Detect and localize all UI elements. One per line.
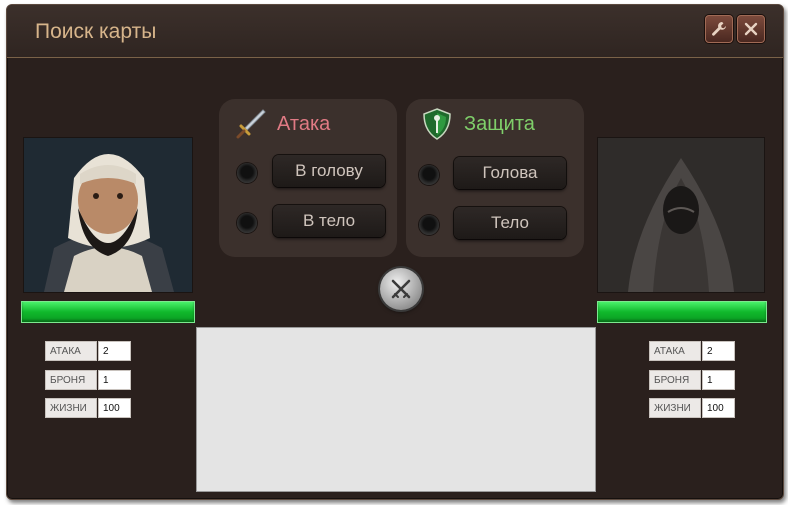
bearded-man-portrait bbox=[24, 138, 192, 292]
fight-button[interactable] bbox=[380, 268, 422, 310]
hooded-figure-portrait bbox=[598, 138, 764, 292]
opponent-portrait bbox=[597, 137, 765, 293]
attack-body-radio[interactable] bbox=[237, 213, 257, 233]
opponent-stat-armor-value: 1 bbox=[702, 370, 735, 390]
opponent-health-bar bbox=[597, 301, 767, 323]
shield-icon bbox=[423, 108, 451, 140]
combat-log bbox=[196, 327, 596, 492]
player-stat-armor-value: 1 bbox=[98, 370, 131, 390]
attack-panel: Атака В голову В тело bbox=[219, 99, 397, 257]
defense-title: Защита bbox=[464, 113, 535, 135]
wrench-icon bbox=[712, 22, 726, 36]
player-stat-armor-label: БРОНЯ bbox=[45, 370, 97, 390]
player-stat-attack-value: 2 bbox=[98, 341, 131, 361]
player-stat-lives-value: 100 bbox=[98, 398, 131, 418]
defense-body-radio[interactable] bbox=[419, 215, 439, 235]
player-portrait bbox=[23, 137, 193, 293]
title-bar: Поиск карты bbox=[7, 5, 783, 58]
attack-head-radio[interactable] bbox=[237, 163, 257, 183]
opponent-stat-lives-value: 100 bbox=[702, 398, 735, 418]
defense-body-button[interactable]: Тело bbox=[454, 207, 566, 239]
attack-body-button[interactable]: В тело bbox=[273, 205, 385, 237]
settings-button[interactable] bbox=[705, 15, 733, 43]
player-stat-attack-label: АТАКА bbox=[45, 341, 97, 361]
close-icon bbox=[744, 22, 758, 36]
opponent-stat-attack-value: 2 bbox=[702, 341, 735, 361]
opponent-health-fill bbox=[598, 302, 766, 322]
defense-panel: Защита Голова Тело bbox=[406, 99, 584, 257]
attack-head-button[interactable]: В голову bbox=[273, 155, 385, 187]
player-stat-lives-label: ЖИЗНИ bbox=[45, 398, 97, 418]
window-title: Поиск карты bbox=[35, 20, 157, 43]
sword-icon bbox=[236, 109, 266, 139]
close-button[interactable] bbox=[737, 15, 765, 43]
player-health-bar bbox=[21, 301, 195, 323]
opponent-stat-attack-label: АТАКА bbox=[649, 341, 701, 361]
defense-head-radio[interactable] bbox=[419, 165, 439, 185]
defense-head-button[interactable]: Голова bbox=[454, 157, 566, 189]
card-search-window: Поиск карты АТАКА 2 БРОНЯ 1 ЖИЗНИ 100 Ат… bbox=[6, 4, 784, 500]
opponent-stat-lives-label: ЖИЗНИ bbox=[649, 398, 701, 418]
player-health-fill bbox=[22, 302, 194, 322]
attack-title: Атака bbox=[277, 113, 331, 135]
opponent-stat-armor-label: БРОНЯ bbox=[649, 370, 701, 390]
crossed-swords-icon bbox=[391, 279, 411, 299]
